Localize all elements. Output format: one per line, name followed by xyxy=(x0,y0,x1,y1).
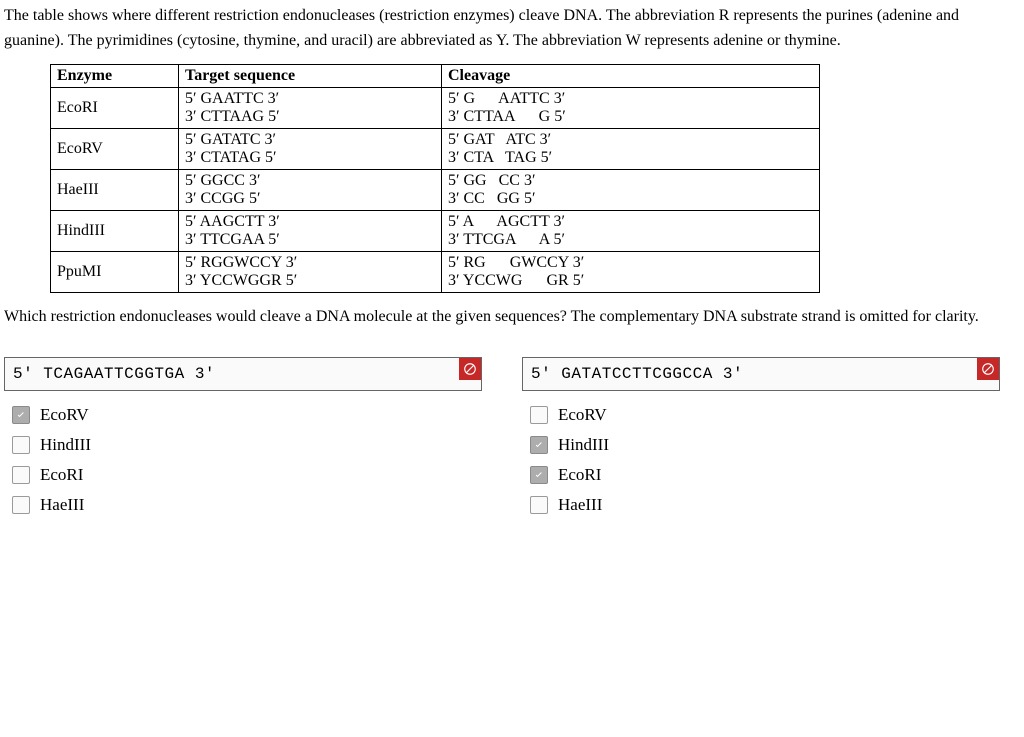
intro-text: The table shows where different restrict… xyxy=(4,4,1016,54)
option-label: EcoRI xyxy=(40,465,83,485)
option-row[interactable]: EcoRV xyxy=(530,405,1000,425)
options-list: EcoRV HindIII EcoRI HaeIII xyxy=(4,405,482,515)
checkbox[interactable] xyxy=(12,406,30,424)
cleavage-cell: 5′ GG CC 3′3′ CC GG 5′ xyxy=(442,169,820,210)
enzyme-table: Enzyme Target sequence Cleavage EcoRI5′ … xyxy=(50,64,820,293)
checkbox[interactable] xyxy=(530,406,548,424)
enzyme-cell: HaeIII xyxy=(51,169,179,210)
option-label: EcoRI xyxy=(558,465,601,485)
cleavage-cell: 5′ A AGCTT 3′3′ TTCGA A 5′ xyxy=(442,210,820,251)
checkbox[interactable] xyxy=(530,496,548,514)
answer-column: 5′ TCAGAATTCGGTGA 3′ EcoRV HindIII EcoRI Hae… xyxy=(4,357,482,525)
incorrect-icon xyxy=(459,358,481,380)
option-row[interactable]: EcoRI xyxy=(530,465,1000,485)
option-row[interactable]: HaeIII xyxy=(530,495,1000,515)
checkbox[interactable] xyxy=(12,466,30,484)
enzyme-cell: PpuMI xyxy=(51,251,179,292)
answer-column: 5′ GATATCCTTCGGCCA 3′ EcoRV HindIII EcoRI Ha… xyxy=(522,357,1000,525)
table-row: EcoRV5′ GATATC 3′3′ CTATAG 5′5′ GAT ATC … xyxy=(51,128,820,169)
checkbox[interactable] xyxy=(530,466,548,484)
table-row: HindIII5′ AAGCTT 3′3′ TTCGAA 5′5′ A AGCT… xyxy=(51,210,820,251)
option-label: EcoRV xyxy=(558,405,607,425)
question-text: Which restriction endonucleases would cl… xyxy=(4,305,1016,329)
options-list: EcoRV HindIII EcoRI HaeIII xyxy=(522,405,1000,515)
target-cell: 5′ GAATTC 3′3′ CTTAAG 5′ xyxy=(179,87,442,128)
option-label: HindIII xyxy=(558,435,609,455)
cleavage-cell: 5′ G AATTC 3′3′ CTTAA G 5′ xyxy=(442,87,820,128)
th-cleavage: Cleavage xyxy=(442,64,820,87)
option-row[interactable]: HindIII xyxy=(530,435,1000,455)
table-row: PpuMI5′ RGGWCCY 3′3′ YCCWGGR 5′5′ RG GWC… xyxy=(51,251,820,292)
option-row[interactable]: HaeIII xyxy=(12,495,482,515)
option-row[interactable]: EcoRI xyxy=(12,465,482,485)
option-row[interactable]: HindIII xyxy=(12,435,482,455)
target-cell: 5′ RGGWCCY 3′3′ YCCWGGR 5′ xyxy=(179,251,442,292)
table-row: EcoRI5′ GAATTC 3′3′ CTTAAG 5′5′ G AATTC … xyxy=(51,87,820,128)
enzyme-cell: EcoRI xyxy=(51,87,179,128)
option-label: HaeIII xyxy=(558,495,602,515)
cleavage-cell: 5′ RG GWCCY 3′3′ YCCWG GR 5′ xyxy=(442,251,820,292)
option-row[interactable]: EcoRV xyxy=(12,405,482,425)
enzyme-cell: HindIII xyxy=(51,210,179,251)
th-target: Target sequence xyxy=(179,64,442,87)
checkbox[interactable] xyxy=(12,496,30,514)
target-cell: 5′ GATATC 3′3′ CTATAG 5′ xyxy=(179,128,442,169)
option-label: EcoRV xyxy=(40,405,89,425)
table-row: HaeIII5′ GGCC 3′3′ CCGG 5′5′ GG CC 3′3′ … xyxy=(51,169,820,210)
target-cell: 5′ AAGCTT 3′3′ TTCGAA 5′ xyxy=(179,210,442,251)
checkbox[interactable] xyxy=(530,436,548,454)
cleavage-cell: 5′ GAT ATC 3′3′ CTA TAG 5′ xyxy=(442,128,820,169)
sequence-box: 5′ TCAGAATTCGGTGA 3′ xyxy=(4,357,482,391)
option-label: HaeIII xyxy=(40,495,84,515)
incorrect-icon xyxy=(977,358,999,380)
checkbox[interactable] xyxy=(12,436,30,454)
option-label: HindIII xyxy=(40,435,91,455)
th-enzyme: Enzyme xyxy=(51,64,179,87)
target-cell: 5′ GGCC 3′3′ CCGG 5′ xyxy=(179,169,442,210)
enzyme-cell: EcoRV xyxy=(51,128,179,169)
sequence-box: 5′ GATATCCTTCGGCCA 3′ xyxy=(522,357,1000,391)
